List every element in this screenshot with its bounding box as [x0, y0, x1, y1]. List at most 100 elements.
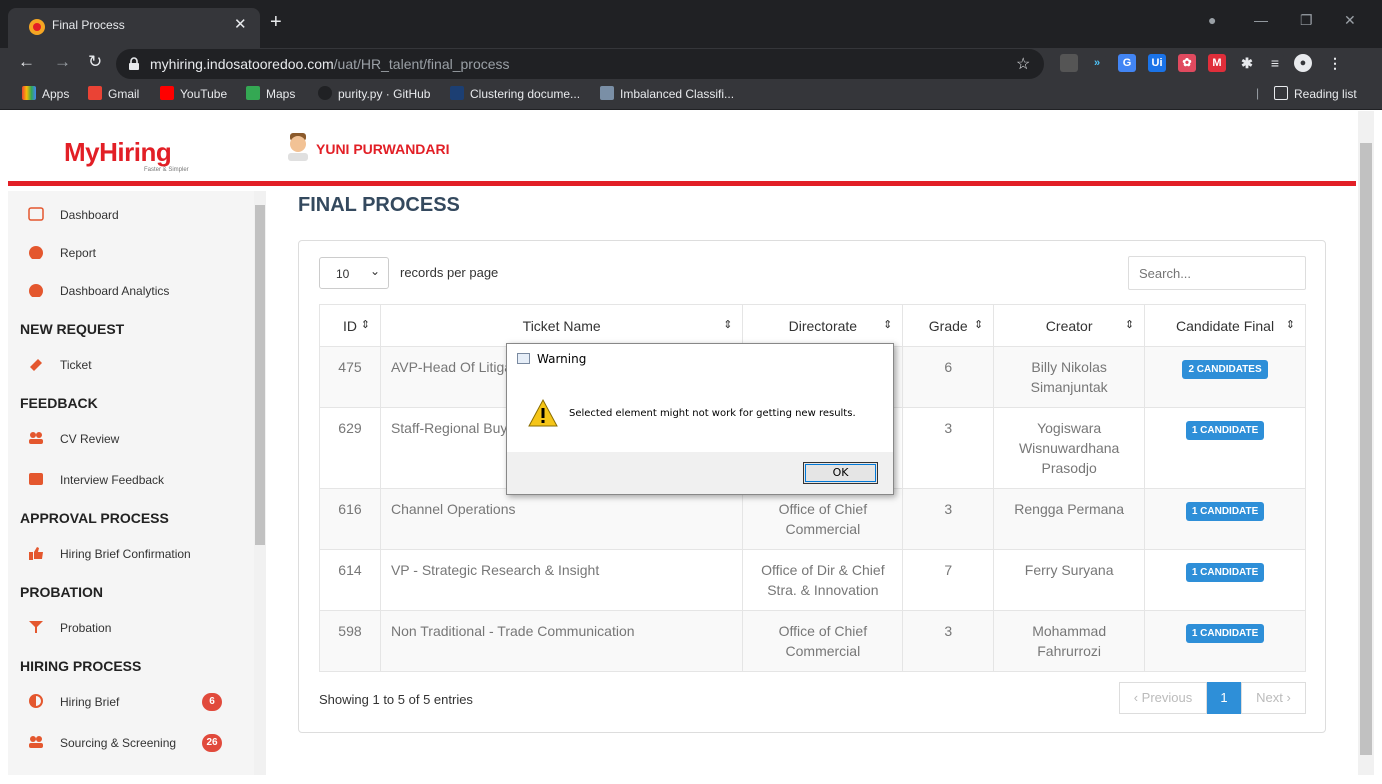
- window-close-icon[interactable]: ✕: [1344, 12, 1356, 29]
- table-row: 616 Channel Operations Office of Chief C…: [319, 488, 1306, 550]
- reading-queue-icon[interactable]: ≡: [1266, 54, 1284, 72]
- back-icon[interactable]: ←: [18, 52, 35, 72]
- pagination-next[interactable]: Next ›: [1241, 682, 1306, 714]
- read-aloud-icon[interactable]: »: [1088, 54, 1106, 72]
- bookmark-imbalanced[interactable]: Imbalanced Classifi...: [600, 86, 734, 101]
- speedometer-icon: [29, 246, 43, 259]
- bookmark-github[interactable]: purity.py · GitHub: [318, 86, 430, 101]
- github-icon: [318, 86, 332, 100]
- sidebar-item-probation[interactable]: Probation: [8, 613, 254, 643]
- dialog-message: Selected element might not work for gett…: [569, 408, 856, 419]
- menu-kebab-icon[interactable]: ⋮: [1326, 54, 1344, 72]
- myhiring-logo[interactable]: MyHiring Faster & Simpler: [64, 137, 189, 173]
- sidebar-item-report[interactable]: Report: [8, 238, 254, 268]
- search-input[interactable]: [1128, 256, 1306, 290]
- feedback-icon: [29, 473, 43, 485]
- filter-icon: [29, 621, 43, 633]
- candidates-button[interactable]: 1 CANDIDATE: [1185, 563, 1265, 582]
- browser-tab[interactable]: Final Process ✕: [8, 8, 260, 48]
- pagination-previous[interactable]: ‹ Previous: [1119, 682, 1207, 714]
- sidebar-item-ticket[interactable]: Ticket: [8, 350, 254, 380]
- extension-icon[interactable]: M: [1208, 54, 1226, 72]
- browser-tab-bar: Final Process ✕ + ● — ❐ ✕: [0, 0, 1382, 48]
- translate-icon[interactable]: G: [1118, 54, 1136, 72]
- extensions-puzzle-icon[interactable]: ✱: [1238, 54, 1256, 72]
- extension-icon[interactable]: ✿: [1178, 54, 1196, 72]
- sidebar-scrollbar[interactable]: [254, 191, 266, 775]
- pagination-page-1[interactable]: 1: [1207, 682, 1241, 714]
- page-scroll-thumb[interactable]: [1360, 143, 1372, 755]
- candidates-button[interactable]: 1 CANDIDATE: [1185, 624, 1265, 643]
- address-bar: ← → ↻ myhiring.indosatooredoo.com/uat/HR…: [0, 48, 1382, 80]
- profile-dot-icon[interactable]: ●: [1208, 12, 1216, 28]
- dashboard-icon: [28, 207, 44, 221]
- column-header-creator[interactable]: Creator ⇕: [993, 304, 1146, 347]
- speedometer-icon: [29, 284, 43, 297]
- sidebar-item-sourcing-screening[interactable]: Sourcing & Screening 26: [8, 728, 254, 758]
- gmail-icon: [88, 86, 102, 100]
- candidates-button[interactable]: 2 CANDIDATES: [1182, 360, 1268, 379]
- sort-icon: ⇕: [973, 319, 984, 331]
- bookmark-maps[interactable]: Maps: [246, 86, 295, 101]
- sort-icon: ⇕: [1285, 319, 1295, 331]
- sort-icon: ⇕: [1124, 319, 1135, 331]
- column-header-id[interactable]: ID ⇕: [319, 304, 381, 347]
- page-title: FINAL PROCESS: [298, 194, 460, 216]
- sidebar-item-dashboard-analytics[interactable]: Dashboard Analytics: [8, 276, 254, 306]
- reload-icon[interactable]: ↻: [88, 52, 102, 72]
- bookmark-star-icon[interactable]: ☆: [1016, 54, 1030, 74]
- table-row: 614 VP - Strategic Research & Insight Of…: [319, 549, 1306, 611]
- url-field[interactable]: myhiring.indosatooredoo.com/uat/HR_talen…: [116, 49, 1044, 79]
- section-hiring-process: HIRING PROCESS: [20, 658, 142, 674]
- user-avatar-icon: [288, 133, 308, 161]
- records-per-page-label: records per page: [400, 265, 499, 280]
- bookmark-apps[interactable]: Apps: [22, 86, 69, 101]
- youtube-icon: [160, 86, 174, 100]
- ok-button[interactable]: OK: [803, 462, 878, 484]
- table-info: Showing 1 to 5 of 5 entries: [319, 692, 473, 707]
- window-icon: [517, 353, 530, 364]
- column-header-candidate-final[interactable]: Candidate Final ⇕: [1144, 304, 1306, 347]
- reading-list-button[interactable]: Reading list: [1274, 86, 1357, 101]
- section-probation: PROBATION: [20, 584, 103, 600]
- records-per-page-select[interactable]: 10 ⌄: [319, 257, 389, 289]
- page-scrollbar[interactable]: [1358, 111, 1374, 775]
- sort-icon: ⇕: [883, 319, 893, 331]
- sidebar-item-cv-review[interactable]: CV Review: [8, 424, 254, 454]
- column-header-grade[interactable]: Grade ⇕: [902, 304, 995, 347]
- logo-tagline: Faster & Simpler: [144, 167, 189, 173]
- section-new-request: NEW REQUEST: [20, 321, 125, 337]
- sidebar-item-hiring-brief-confirmation[interactable]: Hiring Brief Confirmation: [8, 539, 254, 569]
- column-header-ticket-name[interactable]: Ticket Name ⇕: [379, 304, 744, 347]
- half-circle-icon: [29, 694, 43, 708]
- bookmarks-divider: |: [1256, 86, 1260, 100]
- bookmark-gmail[interactable]: Gmail: [88, 86, 139, 101]
- sidebar-scroll-thumb[interactable]: [255, 205, 265, 545]
- tab-title: Final Process: [52, 18, 125, 32]
- restore-icon[interactable]: ❐: [1300, 12, 1313, 29]
- chevron-down-icon: ⌄: [370, 264, 381, 278]
- bookmark-youtube[interactable]: YouTube: [160, 86, 227, 101]
- dialog-title: Warning: [537, 352, 587, 366]
- user-name[interactable]: YUNI PURWANDARI: [316, 141, 450, 157]
- sidebar-item-hiring-brief[interactable]: Hiring Brief 6: [8, 687, 254, 717]
- section-feedback: FEEDBACK: [20, 395, 98, 411]
- uipath-icon[interactable]: Ui: [1148, 54, 1166, 72]
- sidebar-item-interview-feedback[interactable]: Interview Feedback: [8, 465, 254, 495]
- sidebar-item-dashboard[interactable]: Dashboard: [8, 200, 254, 230]
- new-tab-icon[interactable]: +: [270, 12, 282, 32]
- candidates-button[interactable]: 1 CANDIDATE: [1185, 502, 1265, 521]
- bookmark-clustering[interactable]: Clustering docume...: [450, 86, 580, 101]
- users-icon: [29, 432, 43, 444]
- minimize-icon[interactable]: —: [1254, 12, 1268, 28]
- candidates-button[interactable]: 1 CANDIDATE: [1185, 421, 1265, 440]
- sidebar: Dashboard Report Dashboard Analytics NEW…: [8, 191, 254, 775]
- forward-icon[interactable]: →: [54, 52, 71, 72]
- table-row: 598 Non Traditional - Trade Communicatio…: [319, 610, 1306, 672]
- profile-avatar-icon[interactable]: ●: [1294, 54, 1312, 72]
- extension-icon[interactable]: [1060, 54, 1078, 72]
- tab-close-icon[interactable]: ✕: [234, 15, 247, 33]
- lock-icon: [129, 57, 139, 70]
- apps-grid-icon: [22, 86, 36, 100]
- column-header-directorate[interactable]: Directorate ⇕: [742, 304, 904, 347]
